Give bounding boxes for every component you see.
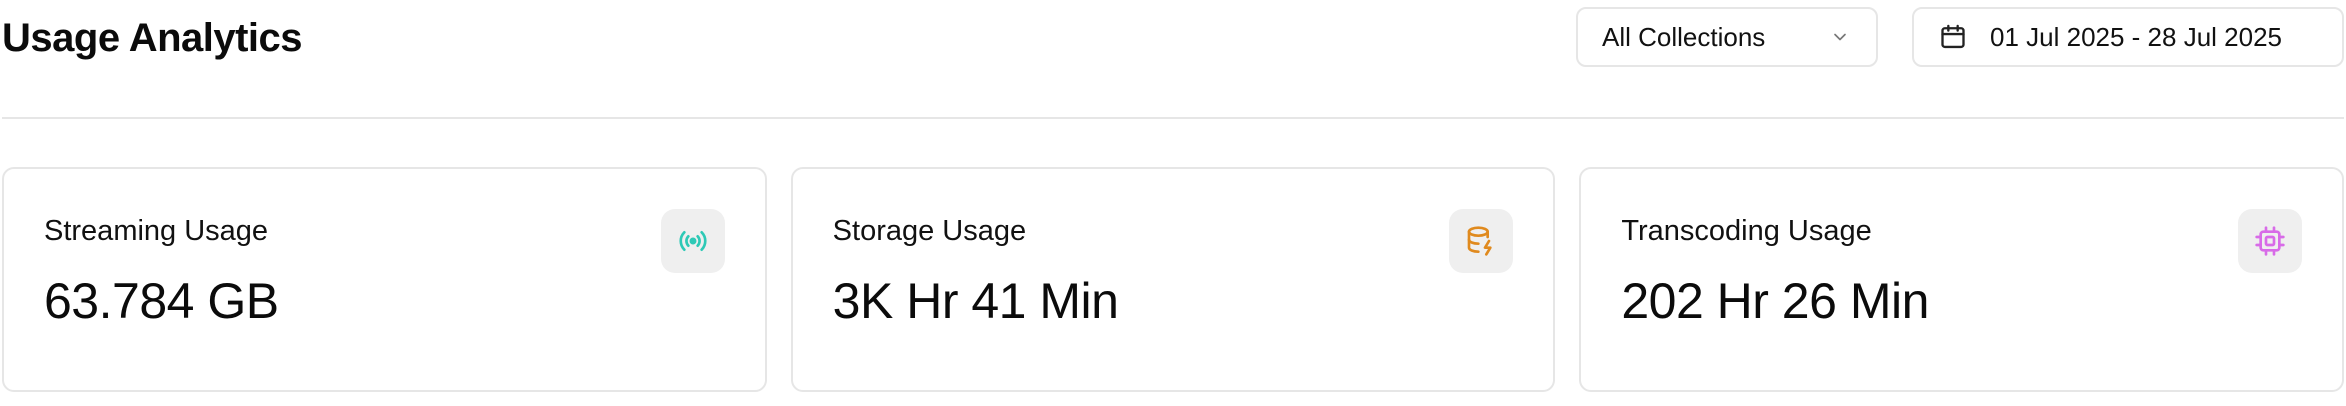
chevron-down-icon [1828, 25, 1852, 49]
storage-usage-card: Storage Usage 3K Hr 41 Min [790, 167, 1556, 392]
header-divider [2, 117, 2344, 119]
broadcast-icon [660, 209, 725, 273]
database-bolt-icon [1449, 209, 1514, 273]
date-range-value: 01 Jul 2025 - 28 Jul 2025 [1990, 21, 2282, 52]
streaming-usage-card: Streaming Usage 63.784 GB [2, 167, 767, 392]
cpu-chip-icon [2238, 209, 2303, 273]
card-value: 202 Hr 26 Min [1621, 273, 1929, 329]
card-title: Storage Usage [832, 215, 1027, 247]
date-range-picker[interactable]: 01 Jul 2025 - 28 Jul 2025 [1912, 7, 2344, 67]
calendar-icon [1938, 22, 1968, 52]
card-title: Transcoding Usage [1621, 215, 1872, 247]
transcoding-usage-card: Transcoding Usage 202 Hr 26 Min [1579, 167, 2345, 392]
usage-analytics-page: Usage Analytics All Collections 01 Jul 2… [0, 0, 2346, 406]
card-value: 3K Hr 41 Min [832, 273, 1119, 329]
collection-select[interactable]: All Collections [1576, 7, 1878, 67]
usage-cards: Streaming Usage 63.784 GB Storage Usage … [2, 167, 2345, 392]
collection-select-value: All Collections [1602, 21, 1766, 52]
card-value: 63.784 GB [44, 273, 279, 329]
card-title: Streaming Usage [44, 215, 269, 247]
page-title: Usage Analytics [2, 16, 303, 60]
